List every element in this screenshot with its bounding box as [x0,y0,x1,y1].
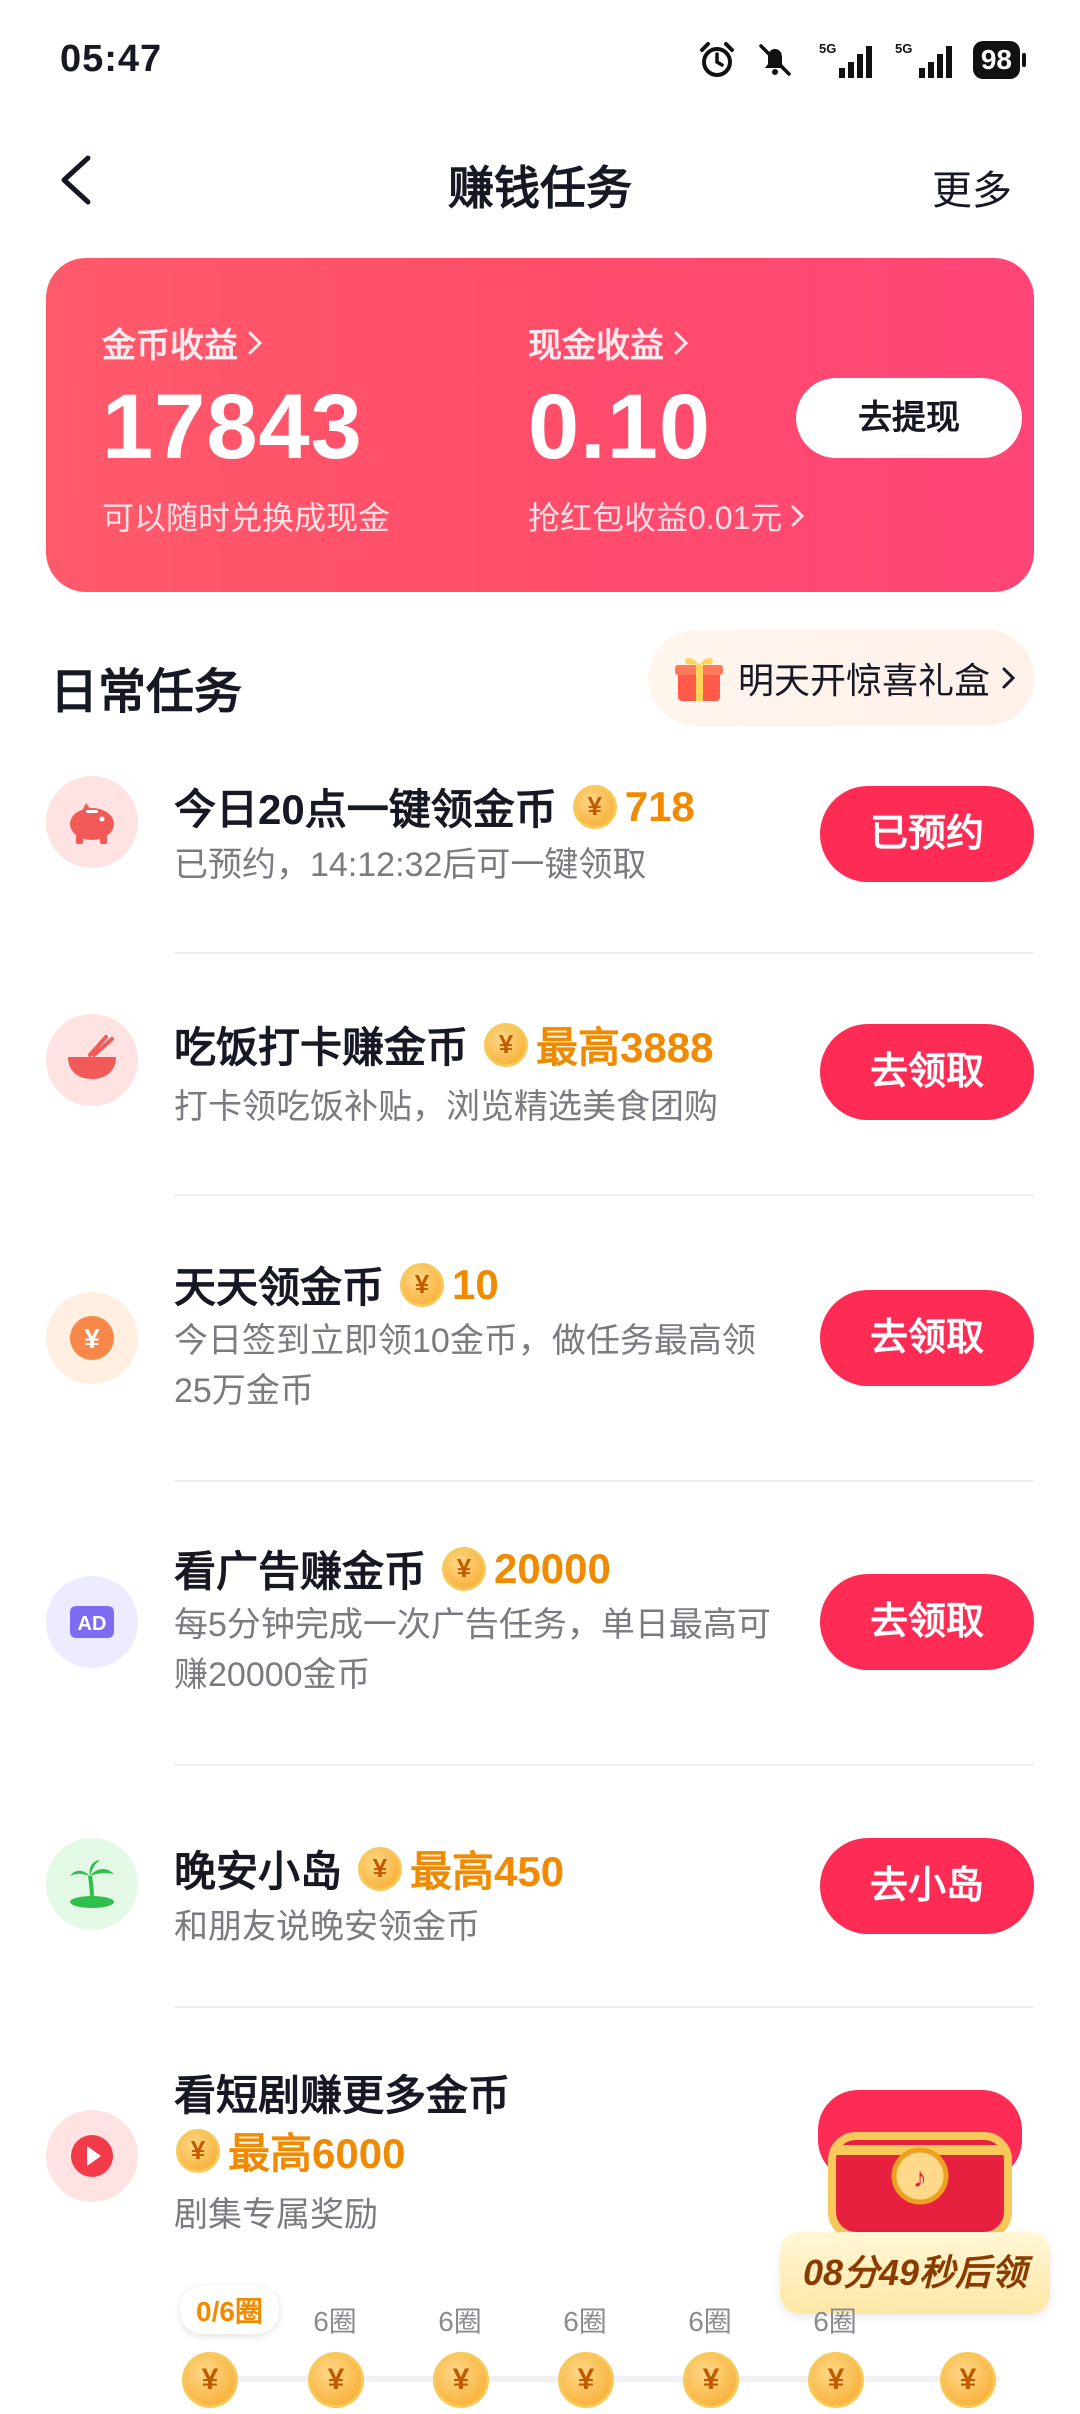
task-reward-row: ¥ 最高6000 [160,2120,405,2181]
coin-icon: ¥ [400,1262,445,1307]
divider [174,952,1034,954]
claim-button[interactable]: 去领取 [820,1574,1034,1670]
progress-coin-icon: ¥ [433,2352,489,2408]
coin-icon: ¥ [358,1846,403,1891]
task-desc: 每5分钟完成一次广告任务，单日最高可赚20000金币 [174,1606,771,1694]
task-title: 吃饭打卡赚金币 ¥ 最高3888 [174,1014,713,1075]
rice-bowl-icon [46,1014,138,1106]
gift-box-icon [675,658,723,701]
ad-icon: AD [46,1576,138,1668]
svg-text:5G: 5G [895,41,912,56]
treasure-chest[interactable]: ♪ [810,2080,1030,2250]
alarm-icon [699,42,734,77]
progress-coin-icon: ¥ [808,2352,864,2408]
cash-earnings[interactable]: 现金收益 0.10 抢红包收益0.01元 [528,318,808,539]
gift-box-text: 明天开惊喜礼盒 [738,660,991,701]
battery-icon: 98 [972,41,1027,79]
chevron-right-icon [248,331,263,354]
task-desc: 已预约，14:12:32后可一键领取 [174,846,647,884]
task-reward: 最高6000 [228,2130,406,2177]
coin-earnings[interactable]: 金币收益 17843 可以随时兑换成现金 [102,318,390,539]
task-title: 看广告赚金币 ¥ 20000 [174,1538,611,1599]
coin-icon: ¥ [484,1022,529,1067]
coin-icon: ¥ [176,2128,220,2173]
task-reward: 最高450 [410,1848,565,1895]
withdraw-button[interactable]: 去提现 [796,378,1022,458]
cash-earnings-label: 现金收益 [528,318,808,367]
chevron-right-icon [791,505,805,527]
palm-island-icon [46,1838,138,1930]
progress-coin-icon: ¥ [558,2352,614,2408]
signal-5g-icon: 5G [895,41,952,78]
chevron-right-icon [674,331,689,354]
yen-coin-icon: ¥ [46,1292,138,1384]
svg-text:¥: ¥ [84,1323,100,1354]
task-desc: 剧集专属奖励 [174,2196,378,2234]
coin-earnings-value: 17843 [102,376,363,478]
play-icon [46,2110,138,2202]
claim-button[interactable]: 去领取 [820,1290,1034,1386]
divider [174,2006,1034,2008]
divider [174,1194,1034,1196]
task-title: 今日20点一键领金币 ¥ 718 [174,776,695,837]
task-title-text: 看广告赚金币 [174,1548,427,1595]
svg-text:♪: ♪ [913,2162,927,2193]
piggy-bank-icon [46,776,138,868]
mute-icon [759,44,791,76]
progress-coin-icon: ¥ [940,2352,996,2408]
task-reward: 718 [624,782,695,830]
drama-progress: 0/6圈 6圈 6圈 6圈 6圈 6圈 ¥ ¥ ¥ ¥ ¥ ¥ ¥ [0,2280,1080,2414]
cash-earnings-label-text: 现金收益 [528,327,664,365]
nav-bar: 赚钱任务 更多 [0,120,1080,240]
progress-coin-icon: ¥ [308,2352,364,2408]
svg-text:5G: 5G [819,41,836,56]
task-title: 看短剧赚更多金币 [174,2072,511,2119]
coin-earnings-label: 金币收益 [102,318,390,367]
task-desc: 打卡领吃饭补贴，浏览精选美食团购 [174,1088,718,1126]
cash-earnings-value: 0.10 [528,376,712,478]
divider [174,1764,1034,1766]
cash-earnings-sub: 抢红包收益0.01元 [528,493,808,539]
status-time: 05:47 [60,38,163,80]
progress-step-label: 6圈 [813,2306,857,2337]
task-title: 晚安小岛 ¥ 最高450 [174,1838,564,1899]
coin-earnings-sub: 可以随时兑换成现金 [102,500,391,536]
status-bar: 05:47 5G 5G 98 [0,0,1080,120]
task-title-text: 晚安小岛 [174,1848,343,1895]
progress-step-label: 6圈 [688,2306,732,2337]
cash-earnings-sub-text: 抢红包收益0.01元 [528,500,783,536]
claim-button[interactable]: 去领取 [820,1024,1034,1120]
chevron-right-icon [1002,667,1016,689]
progress-step-label: 6圈 [313,2306,357,2337]
status-icons: 5G 5G 98 [697,40,1027,80]
more-button[interactable]: 更多 [932,158,1012,216]
gift-box-pill[interactable]: 明天开惊喜礼盒 [648,630,1034,726]
task-reward: 10 [452,1260,499,1308]
signal-5g-icon: 5G [819,41,872,78]
progress-coin-icon: ¥ [182,2352,238,2408]
task-desc: 今日签到立即领10金币，做任务最高领25万金币 [174,1322,756,1410]
treasure-chest-icon: ♪ [818,2090,1022,2240]
reserved-button[interactable]: 已预约 [820,786,1034,882]
task-title-text: 吃饭打卡赚金币 [174,1024,469,1071]
earnings-card: 金币收益 17843 可以随时兑换成现金 现金收益 0.10 抢红包收益0.01… [46,258,1034,592]
task-reward: 最高3888 [536,1024,714,1071]
coin-earnings-label-text: 金币收益 [102,327,238,365]
progress-current: 0/6圈 [180,2286,279,2334]
page-title: 赚钱任务 [448,162,632,214]
divider [174,1480,1034,1482]
coin-icon: ¥ [572,784,617,829]
task-title-text: 天天领金币 [174,1264,385,1311]
coin-icon: ¥ [442,1546,487,1591]
svg-text:AD: AD [78,1613,107,1635]
progress-step-label: 6圈 [563,2306,607,2337]
daily-tasks-title: 日常任务 [50,666,243,719]
task-reward: 20000 [494,1544,611,1592]
progress-step-label: 6圈 [438,2306,482,2337]
island-button[interactable]: 去小岛 [820,1838,1034,1934]
task-title: 天天领金币 ¥ 10 [174,1254,499,1315]
task-desc: 和朋友说晚安领金币 [174,1908,480,1946]
task-title-text: 今日20点一键领金币 [174,786,557,833]
progress-coin-icon: ¥ [683,2352,739,2408]
